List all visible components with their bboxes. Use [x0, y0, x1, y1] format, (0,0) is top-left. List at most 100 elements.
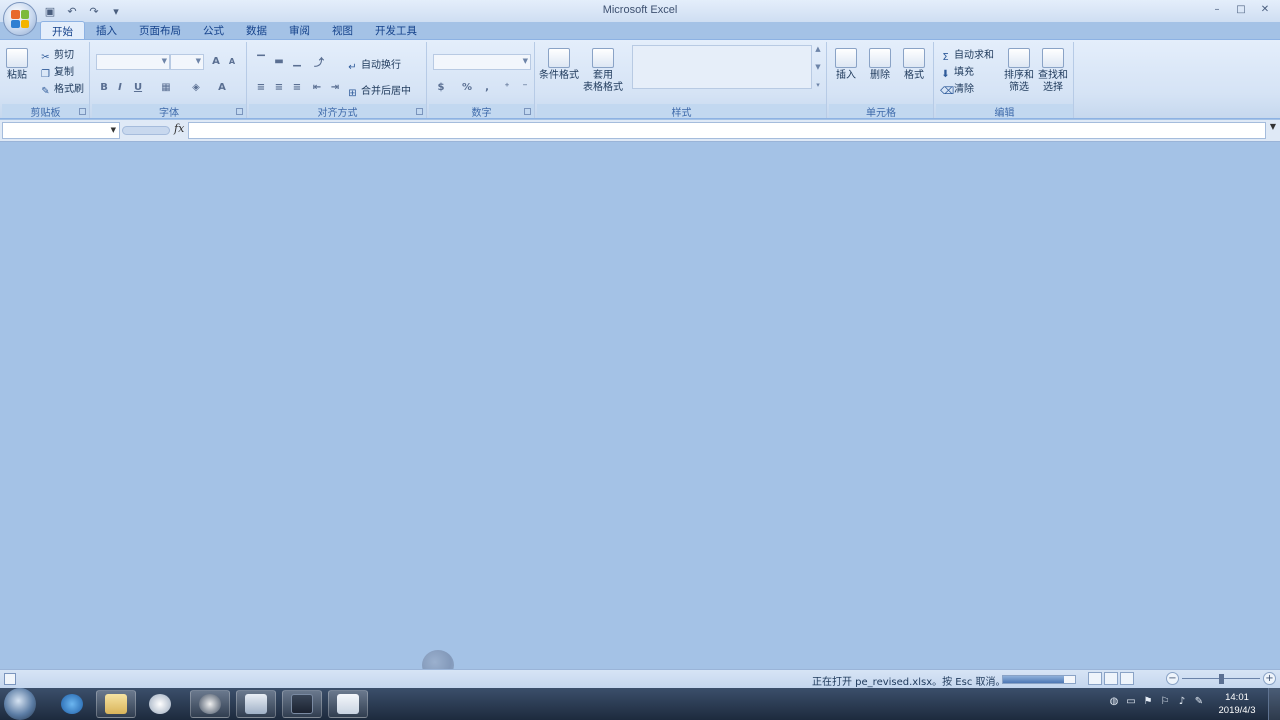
tab-view[interactable]: 视图	[321, 21, 364, 39]
shrink-font-button[interactable]: A	[224, 54, 240, 69]
fill-button[interactable]: ⬇ 填充	[940, 63, 974, 80]
alignment-group-label: 对齐方式	[249, 104, 426, 119]
taskbar-ie[interactable]	[52, 690, 92, 718]
taskbar-excel[interactable]	[328, 690, 368, 718]
zoom-thumb[interactable]	[1219, 674, 1224, 684]
grow-font-button[interactable]: A	[208, 54, 224, 69]
zoom-slider[interactable]: − +	[1166, 672, 1276, 686]
borders-icon[interactable]: ▦	[158, 80, 174, 95]
taskbar-app-disc[interactable]	[190, 690, 230, 718]
merge-center-button[interactable]: ⊞ 合并后居中	[347, 82, 411, 99]
sort-filter-icon	[1008, 48, 1030, 68]
disc-icon	[199, 694, 221, 714]
clock[interactable]: 14:01 2019/4/3	[1212, 691, 1262, 717]
alignment-dialog-launcher-icon[interactable]	[416, 108, 423, 115]
underline-button[interactable]: U	[130, 80, 146, 95]
italic-button[interactable]: I	[112, 80, 128, 95]
tab-developer[interactable]: 开发工具	[364, 21, 428, 39]
align-left-icon[interactable]: ≡	[253, 80, 269, 95]
action-center-icon[interactable]: ⚑	[1142, 696, 1154, 708]
workbook-area[interactable]	[0, 142, 1280, 680]
align-middle-icon[interactable]: ▬	[271, 54, 287, 69]
start-button[interactable]	[4, 688, 36, 720]
maximize-button[interactable]: □	[1230, 2, 1252, 16]
font-name-combo[interactable]: ▼	[96, 54, 170, 70]
decrease-decimal-icon[interactable]: ⁻	[517, 80, 533, 95]
tab-formulas[interactable]: 公式	[192, 21, 235, 39]
increase-decimal-icon[interactable]: ⁺	[499, 80, 515, 95]
normal-view-icon[interactable]	[1088, 672, 1102, 685]
align-right-icon[interactable]: ≡	[289, 80, 305, 95]
format-as-table-button[interactable]: 套用 表格格式	[583, 48, 623, 94]
font-dialog-launcher-icon[interactable]	[236, 108, 243, 115]
chevron-up-icon[interactable]: ▲	[815, 45, 820, 53]
alignment-group: ▔ ▬ ▁ ⤴ ↵ 自动换行 ≡ ≡ ≡ ⇤ ⇥ ⊞ 合并后居中 对齐方式	[249, 42, 427, 119]
show-desktop-button[interactable]	[1268, 688, 1280, 720]
macro-record-icon[interactable]	[4, 673, 16, 685]
battery-icon[interactable]: ▭	[1125, 696, 1137, 708]
bold-button[interactable]: B	[96, 80, 112, 95]
clear-button[interactable]: ⌫清除	[940, 80, 974, 97]
zoom-out-icon[interactable]: −	[1166, 672, 1179, 685]
wrap-text-button[interactable]: ↵ 自动换行	[347, 56, 401, 73]
taskbar-app-window[interactable]	[236, 690, 276, 718]
fill-color-icon[interactable]: ◈	[188, 80, 204, 95]
cut-label: 剪切	[54, 50, 74, 61]
volume-icon[interactable]: ♪	[1176, 696, 1188, 708]
taskbar-app-desktop[interactable]	[282, 690, 322, 718]
chevron-down-icon[interactable]: ▼	[815, 63, 820, 71]
decrease-indent-icon[interactable]: ⇤	[309, 80, 325, 95]
clear-label: 清除	[954, 84, 974, 95]
conditional-format-button[interactable]: 条件格式	[539, 48, 579, 82]
page-break-view-icon[interactable]	[1120, 672, 1134, 685]
orientation-icon[interactable]: ⤴	[311, 54, 327, 69]
ime-icon[interactable]: ✎	[1193, 696, 1205, 708]
clipboard-dialog-launcher-icon[interactable]	[79, 108, 86, 115]
expand-formula-icon[interactable]: ▼	[1267, 122, 1279, 139]
autosum-button[interactable]: Σ 自动求和	[940, 46, 994, 63]
sort-filter-button[interactable]: 排序和 筛选	[1004, 48, 1034, 94]
formula-input[interactable]	[188, 122, 1266, 139]
copy-icon: ❐	[41, 69, 50, 80]
taskbar-media-player[interactable]	[140, 690, 180, 718]
cell-styles-gallery[interactable]	[632, 45, 812, 89]
chevron-down-icon[interactable]: ▼	[111, 126, 116, 134]
minimize-button[interactable]: –	[1206, 2, 1228, 16]
percent-button[interactable]: %	[459, 80, 475, 95]
format-painter-button[interactable]: ✎ 格式刷	[40, 80, 84, 97]
paste-button[interactable]: 粘贴	[6, 48, 28, 82]
tab-insert[interactable]: 插入	[85, 21, 128, 39]
delete-cells-button[interactable]: 删除	[869, 48, 891, 82]
zoom-in-icon[interactable]: +	[1263, 672, 1276, 685]
flag-icon[interactable]: ⚐	[1159, 696, 1171, 708]
office-button[interactable]	[3, 2, 37, 36]
network-icon[interactable]: ◍	[1108, 696, 1120, 708]
font-size-combo[interactable]: ▼	[170, 54, 204, 70]
copy-button[interactable]: ❐ 复制	[40, 63, 74, 80]
number-format-combo[interactable]: ▼	[433, 54, 531, 70]
cut-button[interactable]: ✂ 剪切	[40, 46, 74, 63]
gallery-scroll[interactable]: ▲ ▼ ▾	[812, 45, 824, 89]
currency-icon[interactable]: $	[433, 80, 449, 95]
taskbar-explorer[interactable]	[96, 690, 136, 718]
tab-review[interactable]: 审阅	[278, 21, 321, 39]
tab-data[interactable]: 数据	[235, 21, 278, 39]
more-icon[interactable]: ▾	[816, 81, 820, 89]
font-color-button[interactable]: A	[214, 80, 230, 95]
find-select-button[interactable]: 查找和 选择	[1038, 48, 1068, 94]
format-cells-button[interactable]: 格式	[903, 48, 925, 82]
namebox-resize-handle[interactable]	[122, 126, 170, 135]
close-button[interactable]: ✕	[1254, 2, 1276, 16]
name-box[interactable]: ▼	[2, 122, 120, 139]
insert-function-button[interactable]: fx	[174, 122, 184, 135]
comma-style-icon[interactable]: ,	[479, 80, 495, 95]
number-dialog-launcher-icon[interactable]	[524, 108, 531, 115]
insert-cells-button[interactable]: 插入	[835, 48, 857, 82]
increase-indent-icon[interactable]: ⇥	[327, 80, 343, 95]
align-bottom-icon[interactable]: ▁	[289, 54, 305, 69]
align-center-icon[interactable]: ≡	[271, 80, 287, 95]
page-layout-view-icon[interactable]	[1104, 672, 1118, 685]
align-top-icon[interactable]: ▔	[253, 54, 269, 69]
tab-home[interactable]: 开始	[40, 21, 85, 39]
tab-page-layout[interactable]: 页面布局	[128, 21, 192, 39]
